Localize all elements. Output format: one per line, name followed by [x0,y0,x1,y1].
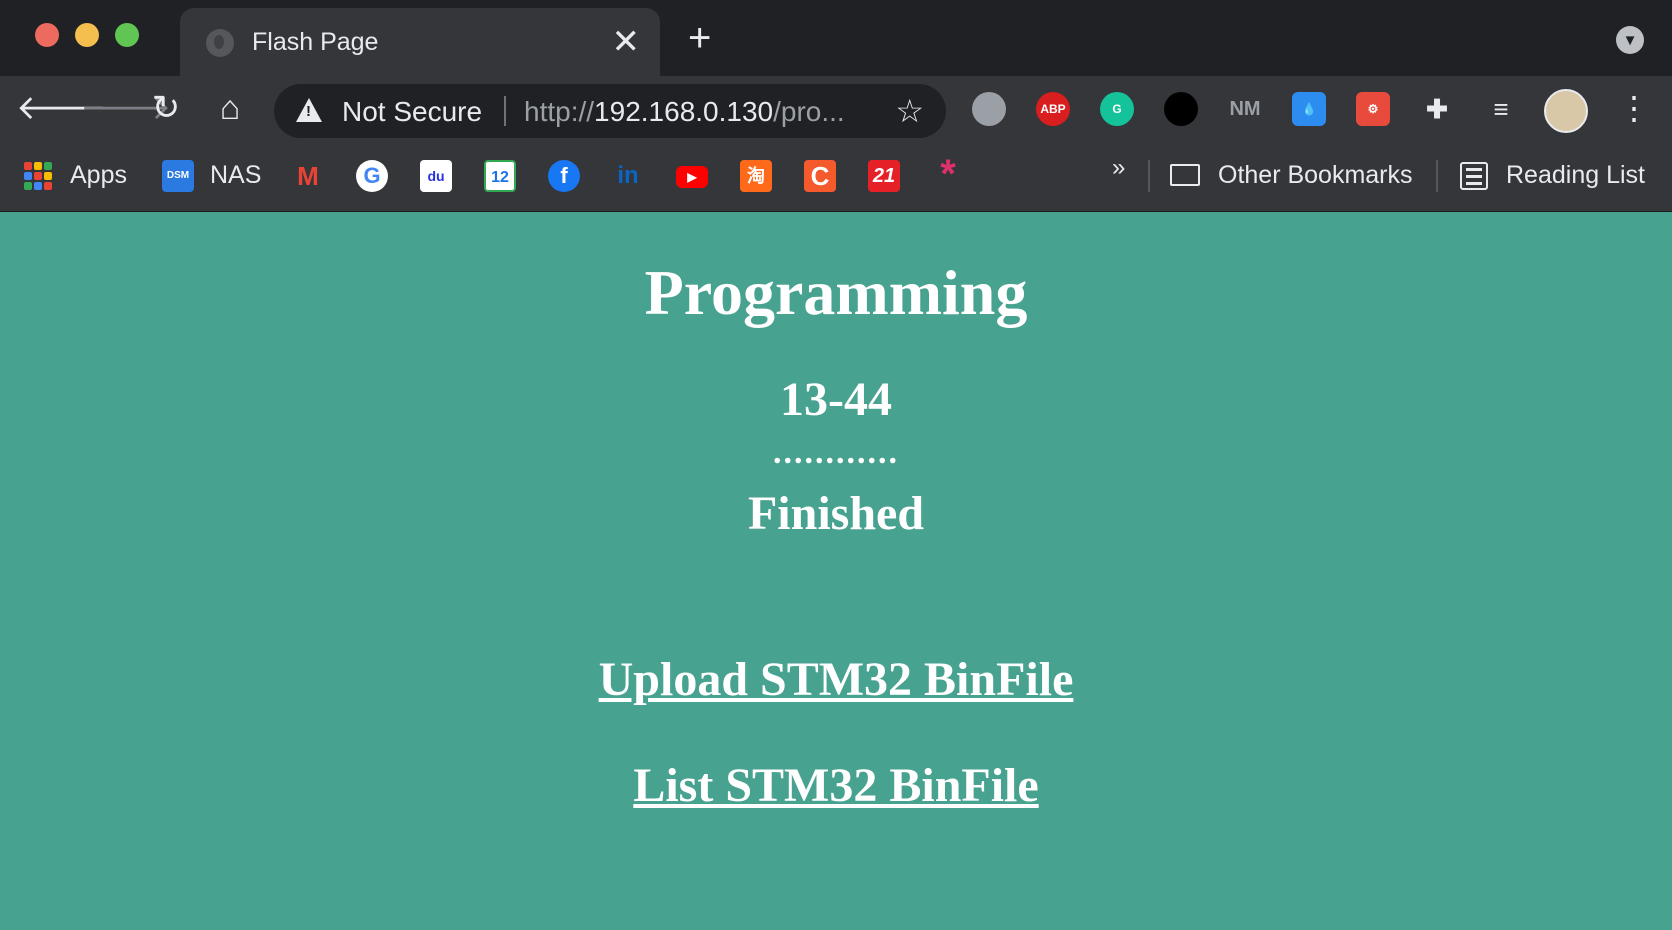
adblock-plus-icon[interactable]: ABP [1036,92,1070,126]
bookmark-nas[interactable]: DSM NAS [162,160,262,192]
minimize-window-button[interactable] [75,23,99,47]
url-scheme: http:// [524,96,595,127]
address-bar[interactable]: Not Secure http://192.168.0.130/pro... ☆ [274,84,946,138]
bookmarks-bar: Apps DSM NAS M G du 12 f in ▶ 淘 C 21 * »… [0,140,1672,212]
facebook-icon[interactable]: f [548,160,580,192]
url-path: /pro... [773,96,845,127]
globe-icon [206,29,234,57]
calendar-icon[interactable]: 12 [484,160,516,192]
linkedin-icon[interactable]: in [612,160,644,192]
youtube-icon[interactable]: ▶ [676,166,708,188]
bookmark-other-folder[interactable]: Other Bookmarks [1170,160,1420,192]
folder-icon [1170,164,1200,186]
upload-link-container: Upload STM32 BinFile [0,652,1672,707]
navigation-toolbar: 🡐 🡒 ↻ ⌂ Not Secure http://192.168.0.130/… [0,76,1672,140]
grammarly-icon[interactable]: G [1100,92,1134,126]
close-window-button[interactable] [35,23,59,47]
new-tab-button[interactable]: + [688,18,711,58]
page-title: Programming [644,257,1028,328]
reading-media-icon[interactable]: ≡ [1484,92,1518,126]
browser-window: Flash Page ✕ + ▼ 🡐 🡒 ↻ ⌂ Not Secure http… [0,0,1672,930]
asterisk-bookmark-icon[interactable]: * [932,154,964,194]
gear-extension-icon[interactable]: ⚙ [1356,92,1390,126]
bookmark-nas-label: NAS [210,161,262,189]
page-content: Programming 13-44 ............ Finished … [0,212,1672,930]
ninja-extension-icon[interactable] [1164,92,1198,126]
omnibox-divider [504,96,506,126]
list-link-container: List STM32 BinFile [0,758,1672,813]
reading-list-label: Reading List [1506,161,1645,189]
other-bookmarks-label: Other Bookmarks [1218,161,1413,189]
apps-grid-icon [24,162,52,190]
progress-dots: ............ [773,434,899,471]
globe-extension-icon[interactable] [972,92,1006,126]
list-binfile-link[interactable]: List STM32 BinFile [633,759,1038,812]
extensions-puzzle-icon[interactable]: ✚ [1420,92,1454,126]
url-text[interactable]: http://192.168.0.130/pro... [524,96,845,128]
bookmark-star-icon[interactable]: ☆ [895,92,924,130]
bookmark-apps-label: Apps [70,161,127,189]
21-bookmark-icon[interactable]: 21 [868,160,900,192]
chip-id-text: 13-44 [780,373,892,426]
bookmark-apps[interactable]: Apps [24,160,134,192]
back-button[interactable]: 🡐 [16,86,107,130]
gmail-icon[interactable]: M [292,160,324,192]
reading-list-icon [1460,162,1488,190]
baidu-icon[interactable]: du [420,160,452,192]
tab-title: Flash Page [252,28,379,56]
c-bookmark-icon[interactable]: C [804,160,836,192]
bookmarks-divider [1148,160,1150,192]
reload-button[interactable]: ↻ [144,86,188,130]
warning-icon[interactable] [296,98,322,122]
status-text: Finished [747,487,925,540]
url-host: 192.168.0.130 [594,96,774,127]
nm-extension-icon[interactable]: NM [1228,92,1262,126]
google-icon[interactable]: G [356,160,388,192]
tab-search-button[interactable]: ▼ [1616,26,1644,54]
profile-avatar[interactable] [1544,89,1588,133]
close-tab-button[interactable]: ✕ [612,22,641,62]
security-status[interactable]: Not Secure [342,96,482,128]
bookmarks-overflow-button[interactable]: » [1112,154,1125,182]
chrome-menu-button[interactable]: ⋮ [1618,90,1650,126]
tab-flash-page[interactable]: Flash Page ✕ [180,8,660,76]
reading-list-button[interactable]: Reading List [1460,160,1660,192]
home-button[interactable]: ⌂ [208,86,252,130]
upload-binfile-link[interactable]: Upload STM32 BinFile [599,653,1074,706]
forward-button[interactable]: 🡒 [80,86,171,130]
dsm-icon: DSM [162,160,194,192]
maximize-window-button[interactable] [115,23,139,47]
bookmarks-divider [1436,160,1438,192]
tab-strip: Flash Page ✕ + ▼ [0,0,1672,76]
raindrop-extension-icon[interactable]: 💧 [1292,92,1326,126]
taobao-icon[interactable]: 淘 [740,160,772,192]
